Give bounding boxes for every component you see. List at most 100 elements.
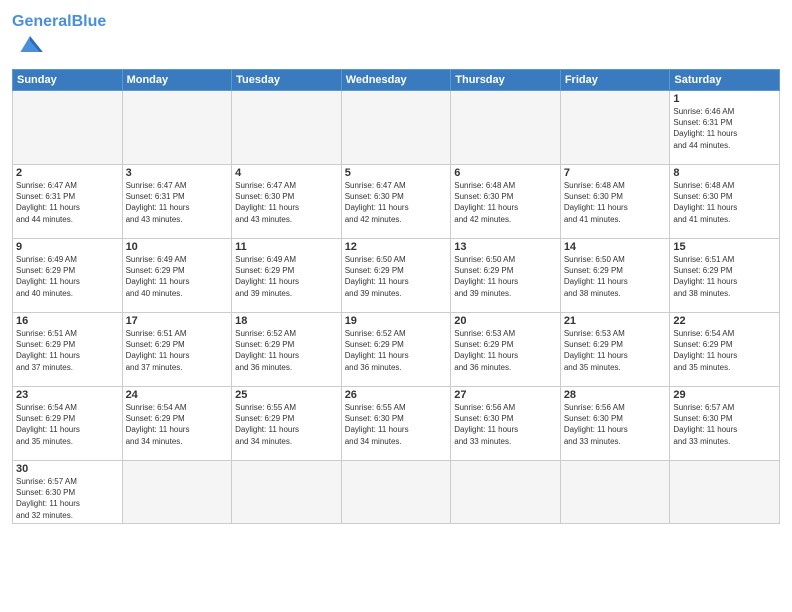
calendar-week-row: 9Sunrise: 6:49 AM Sunset: 6:29 PM Daylig… (13, 239, 780, 313)
day-info: Sunrise: 6:51 AM Sunset: 6:29 PM Dayligh… (673, 254, 776, 299)
day-number: 27 (454, 389, 557, 401)
logo: GeneralBlue (12, 14, 106, 63)
calendar-cell: 25Sunrise: 6:55 AM Sunset: 6:29 PM Dayli… (232, 387, 342, 461)
day-info: Sunrise: 6:56 AM Sunset: 6:30 PM Dayligh… (454, 402, 557, 447)
calendar-cell: 3Sunrise: 6:47 AM Sunset: 6:31 PM Daylig… (122, 165, 232, 239)
day-number: 25 (235, 389, 338, 401)
calendar-cell: 22Sunrise: 6:54 AM Sunset: 6:29 PM Dayli… (670, 313, 780, 387)
weekday-header-friday: Friday (560, 70, 670, 91)
calendar-cell: 21Sunrise: 6:53 AM Sunset: 6:29 PM Dayli… (560, 313, 670, 387)
calendar-header-row: SundayMondayTuesdayWednesdayThursdayFrid… (13, 70, 780, 91)
calendar-week-row: 2Sunrise: 6:47 AM Sunset: 6:31 PM Daylig… (13, 165, 780, 239)
calendar-cell (13, 91, 123, 165)
day-info: Sunrise: 6:54 AM Sunset: 6:29 PM Dayligh… (673, 328, 776, 373)
calendar-cell: 29Sunrise: 6:57 AM Sunset: 6:30 PM Dayli… (670, 387, 780, 461)
weekday-header-tuesday: Tuesday (232, 70, 342, 91)
day-number: 8 (673, 167, 776, 179)
logo-general: General (12, 13, 72, 30)
calendar-week-row: 30Sunrise: 6:57 AM Sunset: 6:30 PM Dayli… (13, 461, 780, 524)
calendar-cell: 1Sunrise: 6:46 AM Sunset: 6:31 PM Daylig… (670, 91, 780, 165)
day-info: Sunrise: 6:54 AM Sunset: 6:29 PM Dayligh… (126, 402, 229, 447)
day-info: Sunrise: 6:47 AM Sunset: 6:30 PM Dayligh… (235, 180, 338, 225)
calendar-cell: 5Sunrise: 6:47 AM Sunset: 6:30 PM Daylig… (341, 165, 451, 239)
day-number: 28 (564, 389, 667, 401)
calendar-cell: 28Sunrise: 6:56 AM Sunset: 6:30 PM Dayli… (560, 387, 670, 461)
calendar-week-row: 1Sunrise: 6:46 AM Sunset: 6:31 PM Daylig… (13, 91, 780, 165)
day-number: 7 (564, 167, 667, 179)
day-number: 11 (235, 241, 338, 253)
calendar-cell: 10Sunrise: 6:49 AM Sunset: 6:29 PM Dayli… (122, 239, 232, 313)
weekday-header-sunday: Sunday (13, 70, 123, 91)
calendar-cell: 12Sunrise: 6:50 AM Sunset: 6:29 PM Dayli… (341, 239, 451, 313)
day-info: Sunrise: 6:55 AM Sunset: 6:30 PM Dayligh… (345, 402, 448, 447)
day-info: Sunrise: 6:49 AM Sunset: 6:29 PM Dayligh… (126, 254, 229, 299)
calendar-week-row: 23Sunrise: 6:54 AM Sunset: 6:29 PM Dayli… (13, 387, 780, 461)
calendar-cell (560, 91, 670, 165)
day-number: 5 (345, 167, 448, 179)
day-info: Sunrise: 6:47 AM Sunset: 6:31 PM Dayligh… (16, 180, 119, 225)
calendar-cell: 17Sunrise: 6:51 AM Sunset: 6:29 PM Dayli… (122, 313, 232, 387)
day-number: 26 (345, 389, 448, 401)
day-number: 18 (235, 315, 338, 327)
calendar-cell: 15Sunrise: 6:51 AM Sunset: 6:29 PM Dayli… (670, 239, 780, 313)
calendar-cell: 4Sunrise: 6:47 AM Sunset: 6:30 PM Daylig… (232, 165, 342, 239)
logo-text: GeneralBlue (12, 14, 106, 30)
day-number: 4 (235, 167, 338, 179)
calendar-cell: 6Sunrise: 6:48 AM Sunset: 6:30 PM Daylig… (451, 165, 561, 239)
logo-icon (14, 30, 46, 58)
calendar-cell (341, 91, 451, 165)
day-info: Sunrise: 6:51 AM Sunset: 6:29 PM Dayligh… (126, 328, 229, 373)
day-info: Sunrise: 6:55 AM Sunset: 6:29 PM Dayligh… (235, 402, 338, 447)
day-info: Sunrise: 6:56 AM Sunset: 6:30 PM Dayligh… (564, 402, 667, 447)
day-info: Sunrise: 6:50 AM Sunset: 6:29 PM Dayligh… (345, 254, 448, 299)
day-number: 29 (673, 389, 776, 401)
day-number: 13 (454, 241, 557, 253)
day-number: 17 (126, 315, 229, 327)
day-number: 2 (16, 167, 119, 179)
calendar-cell: 9Sunrise: 6:49 AM Sunset: 6:29 PM Daylig… (13, 239, 123, 313)
day-number: 6 (454, 167, 557, 179)
day-number: 9 (16, 241, 119, 253)
day-info: Sunrise: 6:51 AM Sunset: 6:29 PM Dayligh… (16, 328, 119, 373)
day-number: 16 (16, 315, 119, 327)
calendar-cell (122, 461, 232, 524)
day-info: Sunrise: 6:57 AM Sunset: 6:30 PM Dayligh… (16, 476, 119, 521)
day-info: Sunrise: 6:52 AM Sunset: 6:29 PM Dayligh… (345, 328, 448, 373)
day-number: 1 (673, 93, 776, 105)
day-info: Sunrise: 6:47 AM Sunset: 6:30 PM Dayligh… (345, 180, 448, 225)
day-info: Sunrise: 6:49 AM Sunset: 6:29 PM Dayligh… (235, 254, 338, 299)
day-number: 20 (454, 315, 557, 327)
calendar-cell: 19Sunrise: 6:52 AM Sunset: 6:29 PM Dayli… (341, 313, 451, 387)
calendar-cell (451, 91, 561, 165)
calendar-cell: 2Sunrise: 6:47 AM Sunset: 6:31 PM Daylig… (13, 165, 123, 239)
day-info: Sunrise: 6:49 AM Sunset: 6:29 PM Dayligh… (16, 254, 119, 299)
calendar-week-row: 16Sunrise: 6:51 AM Sunset: 6:29 PM Dayli… (13, 313, 780, 387)
day-number: 24 (126, 389, 229, 401)
calendar-cell (341, 461, 451, 524)
calendar-cell: 13Sunrise: 6:50 AM Sunset: 6:29 PM Dayli… (451, 239, 561, 313)
calendar-cell (122, 91, 232, 165)
day-info: Sunrise: 6:48 AM Sunset: 6:30 PM Dayligh… (564, 180, 667, 225)
calendar-cell: 26Sunrise: 6:55 AM Sunset: 6:30 PM Dayli… (341, 387, 451, 461)
calendar-cell: 27Sunrise: 6:56 AM Sunset: 6:30 PM Dayli… (451, 387, 561, 461)
weekday-header-monday: Monday (122, 70, 232, 91)
calendar-cell: 14Sunrise: 6:50 AM Sunset: 6:29 PM Dayli… (560, 239, 670, 313)
calendar-table: SundayMondayTuesdayWednesdayThursdayFrid… (12, 69, 780, 524)
day-info: Sunrise: 6:47 AM Sunset: 6:31 PM Dayligh… (126, 180, 229, 225)
header: GeneralBlue (12, 10, 780, 63)
calendar-cell: 7Sunrise: 6:48 AM Sunset: 6:30 PM Daylig… (560, 165, 670, 239)
day-info: Sunrise: 6:46 AM Sunset: 6:31 PM Dayligh… (673, 106, 776, 151)
calendar-cell (670, 461, 780, 524)
calendar-cell: 8Sunrise: 6:48 AM Sunset: 6:30 PM Daylig… (670, 165, 780, 239)
day-info: Sunrise: 6:50 AM Sunset: 6:29 PM Dayligh… (564, 254, 667, 299)
day-info: Sunrise: 6:53 AM Sunset: 6:29 PM Dayligh… (564, 328, 667, 373)
day-number: 12 (345, 241, 448, 253)
calendar-cell: 20Sunrise: 6:53 AM Sunset: 6:29 PM Dayli… (451, 313, 561, 387)
weekday-header-thursday: Thursday (451, 70, 561, 91)
day-number: 21 (564, 315, 667, 327)
weekday-header-saturday: Saturday (670, 70, 780, 91)
calendar-cell (232, 91, 342, 165)
calendar-cell: 24Sunrise: 6:54 AM Sunset: 6:29 PM Dayli… (122, 387, 232, 461)
calendar-cell (451, 461, 561, 524)
day-number: 14 (564, 241, 667, 253)
